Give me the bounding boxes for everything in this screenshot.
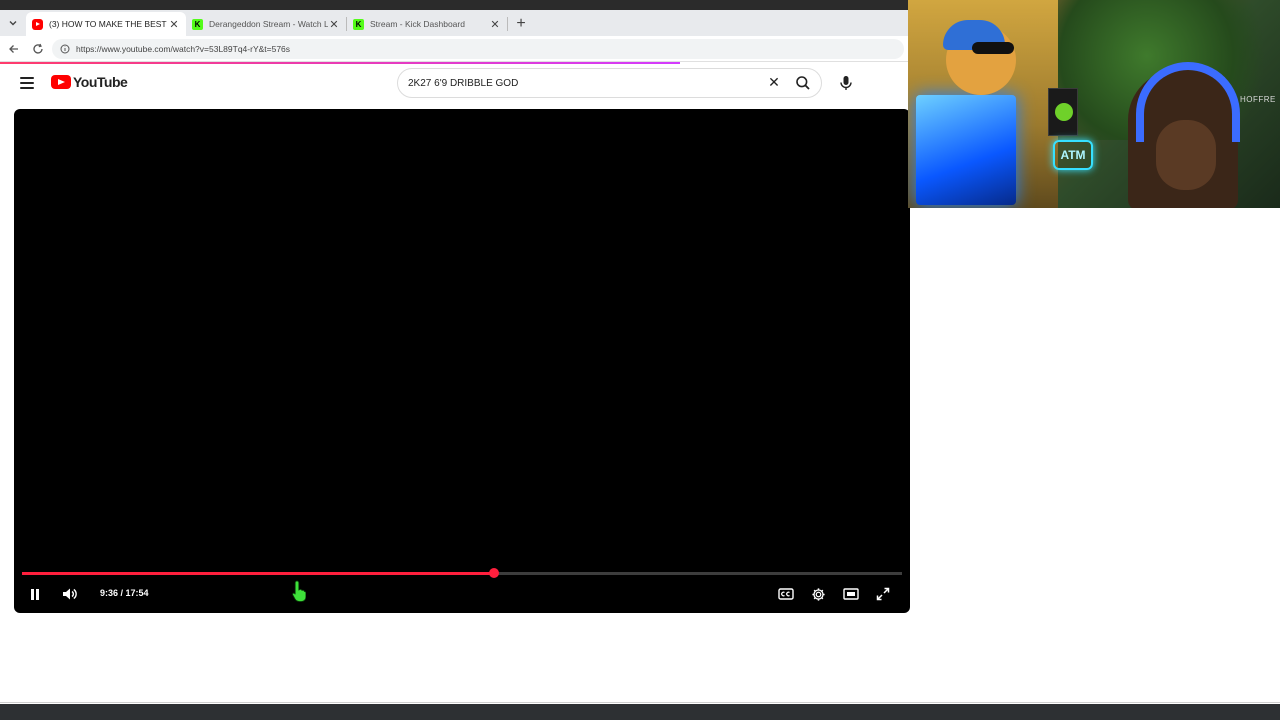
tab-close-icon[interactable]: ✕ — [489, 18, 501, 31]
subtitles-button[interactable] — [775, 584, 797, 604]
search-button[interactable] — [786, 69, 820, 97]
address-bar[interactable]: https://www.youtube.com/watch?v=53L89Tq4… — [52, 39, 904, 59]
search-query-text: 2K27 6'9 DRIBBLE GOD — [408, 77, 519, 89]
poster-image — [1048, 88, 1078, 136]
youtube-header: YouTube 2K27 6'9 DRIBBLE GOD ✕ — [0, 64, 908, 108]
theater-mode-button[interactable] — [840, 584, 862, 604]
fullscreen-icon — [876, 587, 890, 601]
progress-scrubber-handle[interactable] — [488, 568, 499, 578]
microphone-icon — [840, 76, 852, 90]
youtube-favicon-icon — [32, 18, 43, 30]
browser-toolbar: https://www.youtube.com/watch?v=53L89Tq4… — [0, 36, 908, 62]
back-arrow-icon[interactable] — [2, 37, 26, 61]
progress-bar[interactable] — [22, 568, 902, 578]
gear-icon — [811, 587, 825, 601]
progress-played — [22, 572, 494, 575]
search-icon — [796, 76, 810, 90]
youtube-play-icon — [51, 75, 71, 89]
taskbar — [0, 704, 1280, 720]
tab-close-icon[interactable]: ✕ — [168, 18, 180, 31]
browser-tab-bar: (3) HOW TO MAKE THE BEST 6'7 D ✕ K Deran… — [0, 10, 908, 36]
settings-button[interactable] — [807, 584, 829, 604]
kick-favicon-icon: K — [192, 18, 203, 30]
fullscreen-button[interactable] — [872, 584, 894, 604]
clear-search-icon[interactable]: ✕ — [765, 73, 783, 91]
player-controls: 9:36 / 17:54 — [14, 581, 910, 607]
video-player[interactable]: 9:36 / 17:54 — [14, 109, 910, 613]
theater-mode-icon — [843, 588, 859, 600]
pause-button[interactable] — [24, 584, 46, 604]
search-input[interactable]: 2K27 6'9 DRIBBLE GOD — [397, 68, 822, 98]
tab-title: Derangeddon Stream - Watch Liv — [209, 19, 328, 29]
new-tab-button[interactable]: + — [508, 12, 534, 36]
tab-search-chevron-icon[interactable] — [0, 10, 26, 36]
screen: (3) HOW TO MAKE THE BEST 6'7 D ✕ K Deran… — [0, 0, 1280, 720]
logo-text: YouTube — [73, 74, 128, 90]
tab-kick-dashboard[interactable]: K Stream - Kick Dashboard ✕ — [347, 12, 507, 36]
neon-sign: ATM — [1053, 140, 1093, 170]
url-text: https://www.youtube.com/watch?v=53L89Tq4… — [76, 44, 291, 54]
tab-derangeddon-stream[interactable]: K Derangeddon Stream - Watch Liv ✕ — [186, 12, 346, 36]
kick-favicon-icon: K — [353, 18, 364, 30]
tab-close-icon[interactable]: ✕ — [328, 18, 340, 31]
divider — [0, 702, 1280, 703]
tab-title: (3) HOW TO MAKE THE BEST 6'7 D — [49, 19, 168, 29]
menu-icon[interactable] — [20, 77, 34, 89]
webcam-overlay: ATM HOFFRE — [908, 0, 1280, 208]
window-top-strip — [0, 0, 908, 10]
mute-button[interactable] — [59, 584, 81, 604]
hand-cursor-icon — [292, 580, 306, 602]
time-display: 9:36 / 17:54 — [100, 588, 149, 598]
site-info-icon[interactable] — [60, 44, 70, 54]
webcam-watermark: HOFFRE — [1240, 95, 1276, 104]
tab-youtube[interactable]: (3) HOW TO MAKE THE BEST 6'7 D ✕ — [26, 12, 186, 36]
gaming-pc-image — [916, 95, 1016, 205]
tab-title: Stream - Kick Dashboard — [370, 19, 465, 29]
reload-icon[interactable] — [26, 37, 50, 61]
youtube-logo[interactable]: YouTube — [51, 74, 128, 90]
volume-icon — [63, 588, 77, 600]
closed-captions-icon — [778, 588, 794, 600]
voice-search-button[interactable] — [832, 69, 860, 97]
pause-icon — [31, 588, 39, 600]
